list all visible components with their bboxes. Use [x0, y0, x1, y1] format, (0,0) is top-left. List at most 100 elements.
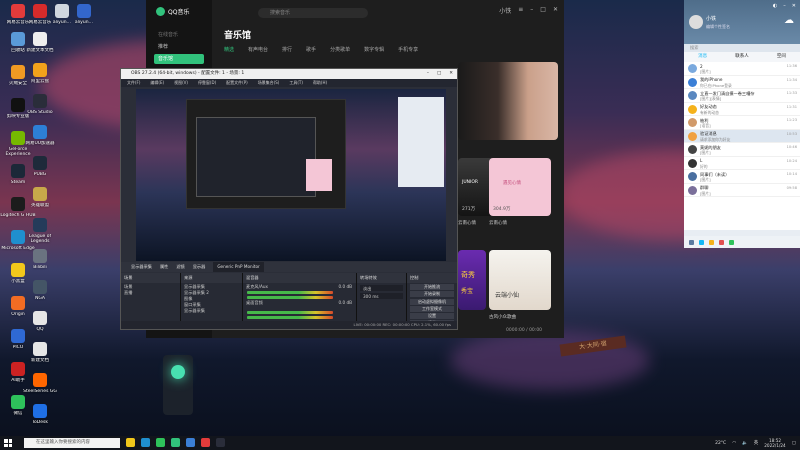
taskbar-search-input[interactable]: 在这里输入你要搜索的内容 [24, 438, 120, 448]
taskbar-app-icon[interactable] [141, 438, 150, 447]
app-icon [11, 98, 25, 112]
games-icon[interactable] [699, 239, 704, 245]
menu-icon[interactable] [689, 239, 694, 245]
start-streaming-button[interactable]: 开始推流 [410, 284, 454, 291]
avatar [688, 158, 697, 168]
qq-header: ◐ – ✕ 小铁 编辑个性签名 ☁ [684, 0, 800, 44]
settings-button[interactable]: 设置 [410, 312, 454, 319]
conversation-preview: [图片] [700, 177, 711, 182]
taskbar-app-icon[interactable] [171, 438, 180, 447]
taskbar-app-icon[interactable] [216, 438, 225, 447]
tab-charts[interactable]: 排行 [282, 46, 292, 53]
source-item[interactable]: 显示器采集 [181, 307, 242, 313]
tab-playlists[interactable]: 分类歌单 [330, 46, 350, 53]
featured-banner[interactable] [458, 62, 558, 140]
album-card[interactable]: 云端小仙 [489, 250, 551, 310]
conversation-time: 11:36 [786, 64, 797, 68]
conversation-item[interactable]: 群聊 [图片] 09:58 [684, 184, 800, 197]
transition-type[interactable]: 淡出 [360, 285, 403, 291]
qq-search-input[interactable]: 搜索 [684, 44, 800, 52]
conversation-item[interactable]: 莫妮的朋友 [图片] 10:46 [684, 143, 800, 157]
conversation-item[interactable]: 2 [图片] 11:36 [684, 62, 800, 76]
qq-window[interactable]: ◐ – ✕ 小铁 编辑个性签名 ☁ 搜索 消息 联系人 空间 2 [图片] 11:3… [684, 0, 800, 248]
tab-mobile[interactable]: 手机专享 [398, 46, 418, 53]
input-method[interactable]: 英 [754, 440, 759, 446]
conversation-item[interactable]: 柚利 [语音] 11:23 [684, 116, 800, 130]
maximize-icon[interactable]: □ [540, 6, 546, 15]
windows-start-icon[interactable] [4, 439, 12, 447]
tab-contacts[interactable]: 联系人 [735, 52, 749, 62]
transition-duration[interactable]: 300 ms [360, 293, 403, 299]
taskbar-app-icon[interactable] [186, 438, 195, 447]
close-icon[interactable]: ✕ [792, 3, 796, 9]
filters-button[interactable]: 滤镜 [176, 262, 184, 272]
qq-signature[interactable]: 编辑个性签名 [706, 24, 730, 30]
album-caption: 遇见心情 [503, 181, 521, 186]
minimize-icon[interactable]: – [530, 6, 533, 15]
album-plays: 304.9万 [493, 207, 511, 212]
album-card[interactable]: 遇见心情 304.9万 [489, 158, 551, 216]
files-icon[interactable] [709, 239, 714, 245]
qq-tabs: 消息 联系人 空间 [684, 52, 800, 62]
menu-scene-collection[interactable]: 场景集合(S) [258, 79, 280, 87]
conversation-item[interactable]: 验证消息 请求添加你为好友 10:53 [684, 129, 800, 143]
apps-icon[interactable] [729, 239, 734, 245]
clock[interactable]: 18:52 2022/1/24 [764, 438, 785, 448]
studio-mode-button[interactable]: 工作室模式 [410, 305, 454, 312]
properties-button[interactable]: 属性 [160, 262, 168, 272]
obs-window[interactable]: OBS 27.2.4 (64-bit, windows) - 配置文件: 1 -… [120, 68, 458, 330]
minimize-icon[interactable]: – [427, 69, 429, 79]
tab-space[interactable]: 空间 [777, 52, 786, 62]
start-recording-button[interactable]: 开始录制 [410, 291, 454, 298]
sidebar-item-recommend[interactable]: 推荐 [154, 42, 204, 52]
menu-tools[interactable]: 工具(T) [289, 79, 303, 87]
tab-radio[interactable]: 有声电台 [248, 46, 268, 53]
taskbar-app-icon[interactable] [156, 438, 165, 447]
menu-file[interactable]: 文件(F) [127, 79, 140, 87]
tab-featured[interactable]: 精选 [224, 46, 234, 53]
menu-view[interactable]: 视图(V) [174, 79, 188, 87]
taskbar-app-icon[interactable] [201, 438, 210, 447]
qq-music-search-input[interactable]: 搜索音乐 [258, 8, 368, 18]
desktop-icon[interactable]: aliyun… [66, 0, 102, 40]
conversation-item[interactable]: 好友动态 有新的动态 11:31 [684, 103, 800, 116]
obs-preview-canvas[interactable] [136, 89, 446, 261]
desktop-icon[interactable]: ToDesk [22, 400, 58, 440]
menu-docks[interactable]: 停靠窗(D) [198, 79, 216, 87]
avatar[interactable] [689, 15, 703, 29]
conversation-time: 11:34 [786, 77, 797, 82]
network-icon[interactable]: ◠ [732, 441, 736, 446]
tab-singers[interactable]: 歌手 [306, 46, 316, 53]
close-icon[interactable]: ✕ [553, 6, 558, 15]
menu-help[interactable]: 帮助(H) [313, 79, 327, 87]
mail-icon[interactable] [719, 239, 724, 245]
conversation-item[interactable]: 立直一发门清自摸一卷三嘈杂 [图片][表情] 11:33 [684, 89, 800, 103]
notification-icon[interactable]: ▢ [792, 441, 796, 446]
tab-digital-albums[interactable]: 数字专辑 [364, 46, 384, 53]
sources-header: 来源 [181, 273, 242, 283]
album-card[interactable]: 奇秀 秀宝 [458, 250, 486, 310]
app-icon [11, 263, 25, 277]
skin-icon[interactable]: ◐ [773, 3, 777, 9]
conversation-item[interactable]: 同事们（未读） [图片] 10:14 [684, 170, 800, 184]
close-icon[interactable]: ✕ [449, 69, 453, 79]
display-select[interactable]: Generic PnP Monitor [213, 262, 264, 272]
weather-icon[interactable]: ☁ [784, 15, 794, 26]
taskbar-app-icon[interactable] [126, 438, 135, 447]
conversation-item[interactable]: 我的iPhone 你已在iPhone登录 11:34 [684, 76, 800, 89]
conversation-item[interactable]: L 好的 10:24 [684, 157, 800, 170]
app-icon [33, 63, 47, 77]
maximize-icon[interactable]: □ [437, 69, 441, 79]
volume-icon[interactable]: 🔈 [742, 441, 748, 446]
user-name[interactable]: 小铁 [499, 6, 511, 15]
transitions-header: 转场特效 [357, 273, 406, 283]
menu-profile[interactable]: 配置文件(P) [226, 79, 248, 87]
menu-edit[interactable]: 编辑(E) [150, 79, 164, 87]
sidebar-item-music-hall[interactable]: 音乐馆 [154, 54, 204, 64]
menu-icon[interactable]: ≡ [518, 6, 523, 15]
scene-item[interactable]: 直播 [121, 289, 180, 295]
minimize-icon[interactable]: – [783, 3, 786, 9]
tab-messages[interactable]: 消息 [698, 52, 707, 62]
weather-text[interactable]: 22°C [715, 441, 726, 446]
virtual-camera-button[interactable]: 启动虚拟摄像机 [410, 298, 454, 305]
